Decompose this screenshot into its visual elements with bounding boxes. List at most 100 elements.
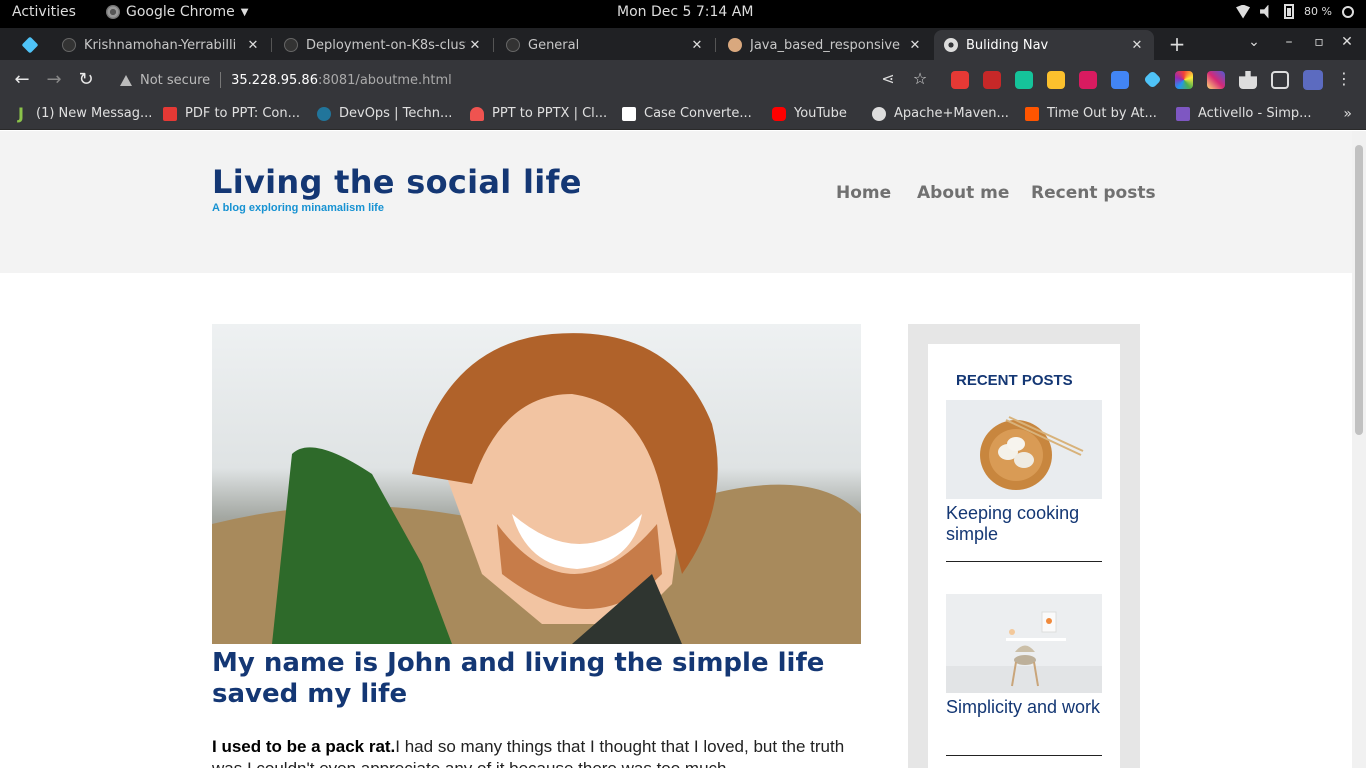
hero-image: [212, 324, 861, 644]
bookmark-label: PPT to PPTX | Cl...: [492, 106, 608, 121]
site-subtitle: A blog exploring minamalism life: [212, 202, 384, 214]
github-icon: [62, 38, 76, 52]
minimize-icon[interactable]: –: [1280, 34, 1298, 50]
pinned-tab[interactable]: [14, 30, 48, 60]
activello-icon: [1176, 106, 1190, 121]
tab-building-nav[interactable]: Buliding Nav ✕: [934, 30, 1154, 60]
bookmark-extension-icon[interactable]: [983, 71, 1001, 89]
security-label[interactable]: Not secure: [140, 73, 210, 88]
avatar-icon: [728, 38, 742, 52]
divider: [220, 72, 222, 88]
battery-icon: [1284, 4, 1295, 19]
site-title[interactable]: Living the social life: [212, 163, 582, 201]
system-status-area[interactable]: 80 %: [1236, 4, 1354, 19]
post-thumbnail[interactable]: [946, 400, 1102, 499]
tab-strip: Krishnamohan-Yerrabilli ✕ Deployment-on-…: [0, 28, 1366, 60]
bookmark-item[interactable]: DevOps | Techn...: [317, 106, 452, 121]
color-extension-icon[interactable]: [1175, 71, 1193, 89]
cloud-icon: [470, 106, 484, 121]
bookmark-star-icon[interactable]: ☆: [910, 69, 930, 88]
share-icon[interactable]: ⋖: [878, 69, 898, 88]
page-viewport: Living the social life A blog exploring …: [0, 131, 1366, 768]
system-top-bar: Activities Google Chrome ▼ Mon Dec 5 7:1…: [0, 0, 1366, 28]
chrome-icon: [106, 5, 120, 19]
url-path: :8081/aboutme.html: [317, 72, 452, 88]
chevron-more-icon[interactable]: »: [1343, 106, 1352, 122]
wordpress-icon: [317, 106, 331, 121]
side-panel-icon[interactable]: [1271, 71, 1289, 89]
close-icon[interactable]: ✕: [244, 38, 262, 53]
github-icon: [506, 38, 520, 52]
close-icon[interactable]: ✕: [466, 38, 484, 53]
tab-java-based[interactable]: Java_based_responsive ✕: [718, 30, 932, 60]
power-icon: [1342, 5, 1354, 18]
post-title-link[interactable]: Keeping cooking simple: [946, 503, 1106, 545]
youtube-icon: [772, 106, 786, 121]
bookmark-item[interactable]: Activello - Simp...: [1176, 106, 1312, 121]
post-title-link[interactable]: Simplicity and work: [946, 697, 1106, 718]
tab-general[interactable]: General ✕: [496, 30, 714, 60]
tab-separator: [715, 38, 716, 52]
bookmark-label: Activello - Simp...: [1198, 106, 1312, 121]
back-icon[interactable]: ←: [11, 69, 33, 91]
bookmark-item[interactable]: PDF to PPT: Con...: [163, 106, 300, 121]
scrollbar-thumb[interactable]: [1355, 145, 1363, 435]
tab-krishnamohan[interactable]: Krishnamohan-Yerrabilli ✕: [52, 30, 270, 60]
forward-icon[interactable]: →: [43, 69, 65, 91]
post-divider: [946, 561, 1102, 562]
adblock-extension-icon[interactable]: [951, 71, 969, 89]
bookmark-item[interactable]: J (1) New Messag...: [14, 103, 153, 123]
tab-title: Java_based_responsive: [750, 37, 901, 53]
nav-link-about[interactable]: About me: [917, 183, 1009, 203]
instagram-extension-icon[interactable]: [1207, 71, 1225, 89]
tab-title: General: [528, 37, 580, 53]
globe-icon: [944, 38, 958, 52]
pdf-icon: [163, 106, 177, 121]
address-bar[interactable]: Not secure 35.228.95.86 :8081/aboutme.ht…: [108, 66, 868, 94]
nav-link-home[interactable]: Home: [836, 183, 891, 203]
widget-title: RECENT POSTS: [956, 372, 1073, 389]
sidebar: RECENT POSTS Keeping cooking simple Simp…: [908, 324, 1140, 768]
site-header: Living the social life A blog exploring …: [0, 131, 1352, 273]
bookmarks-bar: J (1) New Messag... PDF to PPT: Con... D…: [0, 100, 1366, 130]
google-translate-extension-icon[interactable]: [1111, 71, 1129, 89]
page-scrollbar[interactable]: [1352, 131, 1366, 768]
tab-deployment[interactable]: Deployment-on-K8s-cluster ✕: [274, 30, 492, 60]
grammarly-extension-icon[interactable]: [1015, 71, 1033, 89]
bookmark-item[interactable]: Case Converte...: [622, 106, 752, 121]
reload-icon[interactable]: ↻: [75, 69, 97, 91]
clock[interactable]: Mon Dec 5 7:14 AM: [617, 4, 753, 20]
video-extension-icon[interactable]: [1079, 71, 1097, 89]
maximize-icon[interactable]: ▫: [1310, 34, 1328, 50]
close-icon[interactable]: ✕: [688, 38, 706, 53]
window-close-icon[interactable]: ✕: [1338, 34, 1356, 50]
app-menu[interactable]: Google Chrome ▼: [106, 4, 248, 20]
url-host: 35.228.95.86: [231, 72, 318, 88]
bookmark-label: (1) New Messag...: [36, 106, 153, 121]
volume-icon: [1260, 4, 1269, 19]
recent-posts-widget: RECENT POSTS Keeping cooking simple Simp…: [928, 344, 1120, 768]
diamond-icon: [21, 36, 39, 54]
new-tab-button[interactable]: +: [1166, 32, 1188, 56]
tab-title: Krishnamohan-Yerrabilli: [84, 37, 237, 53]
close-icon[interactable]: ✕: [1128, 38, 1146, 53]
profile-avatar-icon[interactable]: [1303, 70, 1323, 90]
tab-search-icon[interactable]: ⌄: [1245, 34, 1263, 50]
bookmark-item[interactable]: Apache+Maven...: [872, 106, 1009, 121]
battery-percent: 80 %: [1304, 5, 1332, 18]
extensions-puzzle-icon[interactable]: [1239, 71, 1257, 89]
bookmark-label: Apache+Maven...: [894, 106, 1009, 121]
translate-extension-icon[interactable]: [1047, 71, 1065, 89]
bookmark-item[interactable]: YouTube: [772, 106, 847, 121]
diamond-extension-icon[interactable]: [1143, 70, 1162, 89]
kebab-menu-icon[interactable]: ⋮: [1334, 69, 1354, 88]
soundcloud-icon: [1025, 106, 1039, 121]
j-icon: J: [18, 103, 24, 123]
bookmark-item[interactable]: PPT to PPTX | Cl...: [470, 106, 607, 121]
nav-link-recent-posts[interactable]: Recent posts: [1031, 183, 1156, 203]
activities-button[interactable]: Activities: [12, 4, 76, 20]
tab-separator: [493, 38, 494, 52]
close-icon[interactable]: ✕: [906, 38, 924, 53]
bookmark-item[interactable]: Time Out by At...: [1025, 106, 1157, 121]
post-thumbnail[interactable]: [946, 594, 1102, 693]
